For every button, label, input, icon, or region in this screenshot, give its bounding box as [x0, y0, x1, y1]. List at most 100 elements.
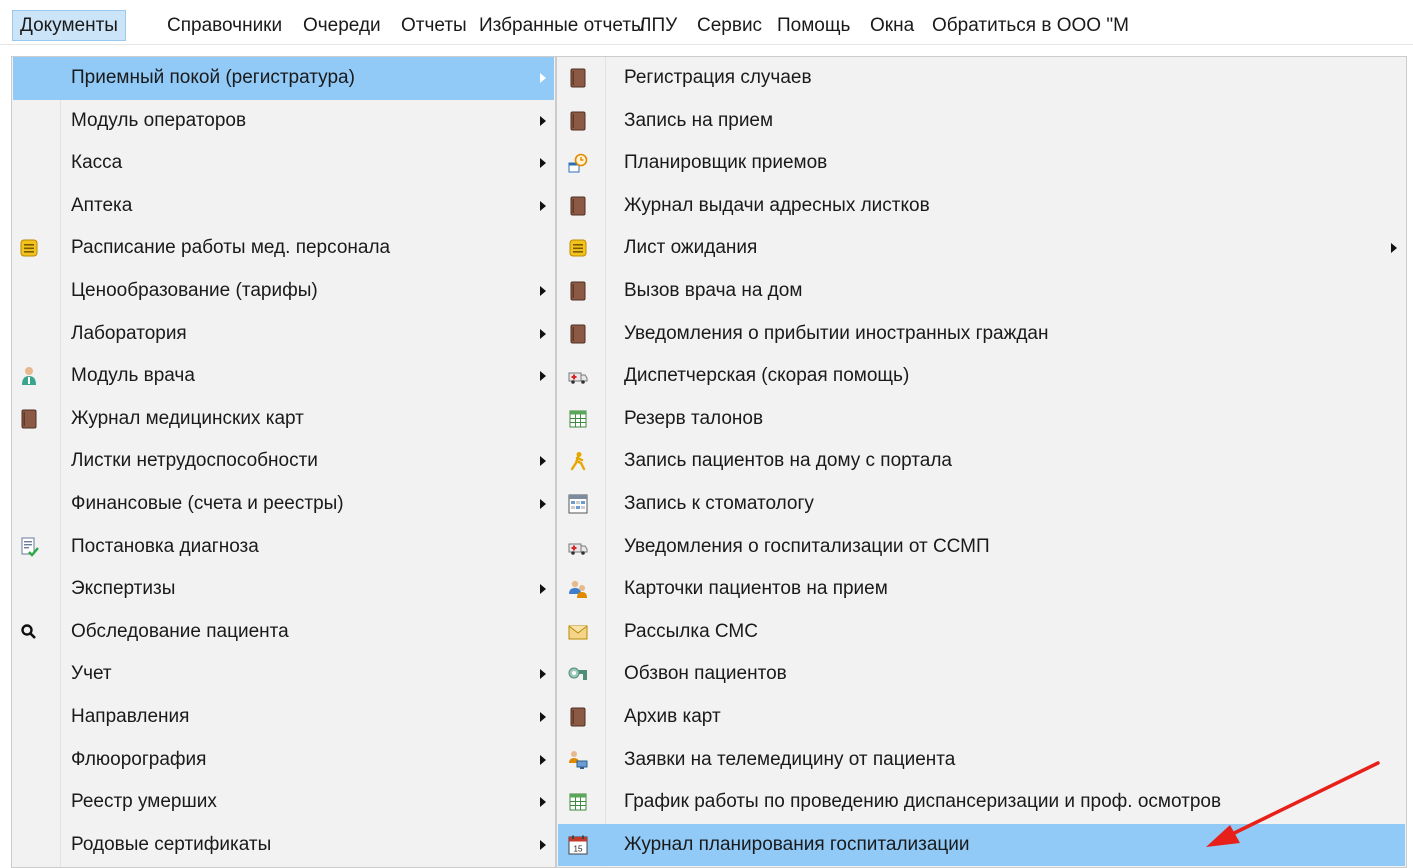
menu-item-fluorography[interactable]: Флюорография [13, 739, 554, 782]
submenu-arrow-icon [540, 754, 546, 765]
submenu-arrow-icon [540, 73, 546, 83]
menu-item-label: Запись пациентов на дому с портала [624, 450, 953, 472]
submenu-item-sms[interactable]: Рассылка СМС [558, 611, 1405, 654]
menu-item-label: Заявки на телемедицину от пациента [624, 748, 956, 770]
menu-item-label: Учет [71, 663, 112, 685]
menu-item-label: Лист ожидания [624, 237, 758, 259]
ambulance-icon [568, 366, 588, 386]
menu-item-label: Приемный покой (регистратура) [71, 67, 355, 88]
submenu-item-dentist[interactable]: Запись к стоматологу [558, 483, 1405, 526]
menubar-windows[interactable]: Окна [863, 10, 921, 41]
menubar-lpu[interactable]: ЛПУ [632, 10, 684, 41]
submenu-item-card-archive[interactable]: Архив карт [558, 696, 1405, 739]
menu-item-finance[interactable]: Финансовые (счета и реестры) [13, 483, 554, 526]
submenu-item-home-visit[interactable]: Вызов врача на дом [558, 270, 1405, 313]
submenu-item-patient-cards[interactable]: Карточки пациентов на прием [558, 568, 1405, 611]
menu-item-doctor-module[interactable]: Модуль врача [13, 355, 554, 398]
menu-item-accounting[interactable]: Учет [13, 653, 554, 696]
menu-item-label: Направления [71, 706, 190, 727]
calendar-icon: 15 [568, 835, 588, 855]
envelope-icon [568, 622, 588, 642]
menu-item-label: Реестр умерших [71, 791, 217, 813]
menubar-help[interactable]: Помощь [770, 10, 857, 41]
submenu-item-foreigner-notifications[interactable]: Уведомления о прибытии иностранных гражд… [558, 313, 1405, 356]
menu-item-label: Журнал планирования госпитализации [624, 833, 970, 855]
submenu-arrow-icon [540, 371, 546, 382]
menu-item-medical-records[interactable]: Журнал медицинских карт [13, 398, 554, 441]
menu-item-pricing[interactable]: Ценообразование (тарифы) [13, 270, 554, 313]
submenu-arrow-icon [540, 712, 546, 722]
submenu-item-address-sheets[interactable]: Журнал выдачи адресных листков [558, 185, 1405, 228]
submenu-item-waiting-list[interactable]: Лист ожидания [558, 227, 1405, 270]
submenu-arrow-icon [540, 499, 546, 509]
note-list-icon [19, 238, 39, 258]
book-icon [19, 409, 39, 429]
svg-text:15: 15 [574, 844, 583, 853]
menu-item-birth-certificates[interactable]: Родовые сертификаты [13, 824, 554, 867]
menu-item-sick-leave[interactable]: Листки нетрудоспособности [13, 440, 554, 483]
menu-item-label: Обзвон пациентов [624, 663, 787, 685]
menubar-contact[interactable]: Обратиться в ООО "М [925, 10, 1136, 41]
menu-item-laboratory[interactable]: Лаборатория [13, 313, 554, 356]
menu-item-label: Обследование пациента [71, 620, 289, 642]
menubar-reports[interactable]: Отчеты [394, 10, 474, 41]
menu-item-diagnosis[interactable]: Постановка диагноза [13, 526, 554, 569]
patients-icon [568, 579, 588, 599]
book-icon [568, 707, 588, 727]
submenu-item-patient-calls[interactable]: Обзвон пациентов [558, 653, 1405, 696]
menu-item-reception[interactable]: Приемный покой (регистратура) [13, 57, 554, 100]
search-icon [19, 622, 39, 642]
submenu-item-dispatch[interactable]: Диспетчерская (скорая помощь) [558, 355, 1405, 398]
menubar-service[interactable]: Сервис [690, 10, 769, 41]
submenu-arrow-icon [540, 584, 546, 595]
submenu-arrow-icon [540, 286, 546, 296]
menu-item-expertise[interactable]: Экспертизы [13, 568, 554, 611]
menu-item-cashdesk[interactable]: Касса [13, 142, 554, 185]
menu-item-staff-schedule[interactable]: Расписание работы мед. персонала [13, 227, 554, 270]
menu-item-deceased-registry[interactable]: Реестр умерших [13, 781, 554, 824]
menubar-favorite-reports[interactable]: Избранные отчеты [472, 10, 652, 41]
menu-item-label: Рассылка СМС [624, 620, 758, 642]
submenu-item-appointment[interactable]: Запись на прием [558, 100, 1405, 143]
submenu-arrow-icon [540, 797, 546, 808]
note-list-icon [568, 238, 588, 258]
menu-item-operators[interactable]: Модуль операторов [13, 100, 554, 143]
book-icon [568, 68, 588, 88]
phone-call-icon [568, 664, 588, 684]
scheduler-clock-icon [568, 153, 588, 173]
submenu-item-ssmp-notifications[interactable]: Уведомления о госпитализации от ССМП [558, 526, 1405, 569]
submenu-arrow-icon [540, 200, 546, 211]
telemedicine-icon [568, 750, 588, 770]
submenu-arrow-icon [540, 669, 546, 680]
menu-item-label: Ценообразование (тарифы) [71, 280, 318, 301]
menu-item-label: Диспетчерская (скорая помощь) [624, 365, 910, 387]
menu-item-label: Вызов врача на дом [624, 280, 803, 301]
menubar-references[interactable]: Справочники [160, 10, 289, 41]
menu-item-referrals[interactable]: Направления [13, 696, 554, 739]
menu-item-label: Родовые сертификаты [71, 833, 272, 855]
diagnosis-icon [19, 537, 39, 557]
menu-item-label: Модуль врача [71, 365, 195, 387]
submenu-item-coupon-reserve[interactable]: Резерв талонов [558, 398, 1405, 441]
book-icon [568, 324, 588, 344]
menu-item-label: Архив карт [624, 706, 721, 727]
submenu-item-scheduler[interactable]: Планировщик приемов [558, 142, 1405, 185]
reception-submenu: Регистрация случаев Запись на прием План… [556, 56, 1407, 868]
menu-item-pharmacy[interactable]: Аптека [13, 185, 554, 228]
menu-item-label: Карточки пациентов на прием [624, 578, 888, 600]
menu-item-label: Запись к стоматологу [624, 493, 814, 514]
menu-item-label: Лаборатория [71, 322, 187, 344]
menubar-documents[interactable]: Документы [12, 10, 126, 41]
submenu-arrow-icon [540, 158, 546, 169]
submenu-item-case-registration[interactable]: Регистрация случаев [558, 57, 1405, 100]
menu-item-patient-exam[interactable]: Обследование пациента [13, 611, 554, 654]
menu-item-label: Аптека [71, 194, 133, 216]
submenu-arrow-icon [540, 839, 546, 850]
grid-table-icon [568, 409, 588, 429]
menu-item-label: Планировщик приемов [624, 152, 828, 174]
submenu-item-portal-home[interactable]: Запись пациентов на дому с портала [558, 440, 1405, 483]
book-icon [568, 111, 588, 131]
menu-item-label: Экспертизы [71, 578, 176, 600]
menu-item-label: Финансовые (счета и реестры) [71, 493, 344, 514]
menubar-queues[interactable]: Очереди [296, 10, 388, 41]
